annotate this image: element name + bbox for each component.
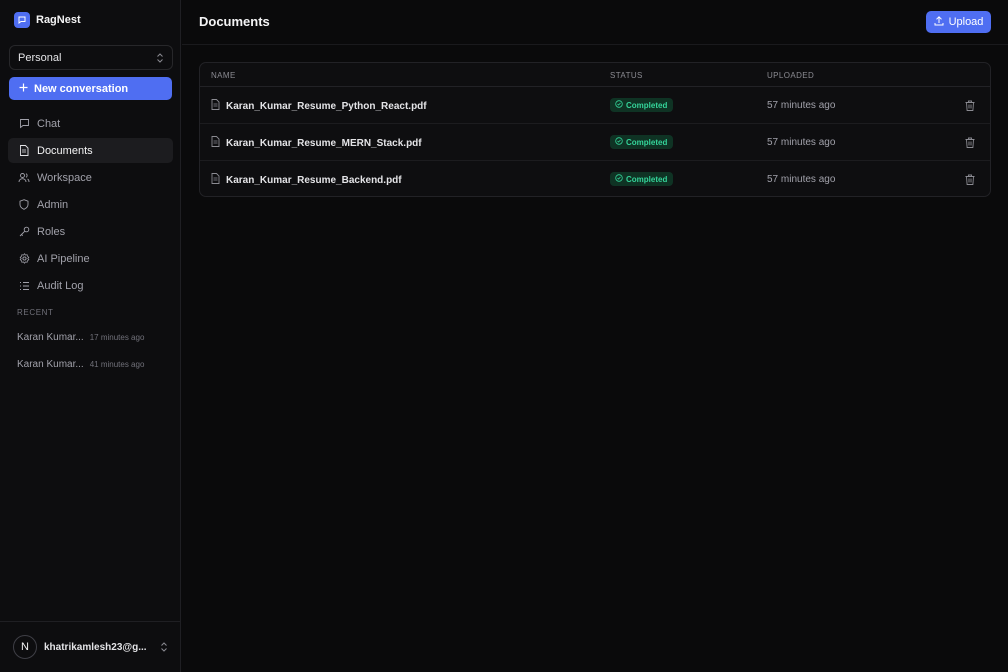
table-row[interactable]: Karan_Kumar_Resume_Python_React.pdf Comp…: [200, 87, 990, 124]
uploaded-time: 57 minutes ago: [767, 174, 836, 185]
status-text: Completed: [626, 174, 668, 184]
main-content: Documents Upload NAME STATUS UPLOADED Ka…: [182, 0, 1008, 672]
workspace-select[interactable]: Personal: [9, 45, 173, 70]
status-badge: Completed: [610, 135, 674, 149]
sidebar-item-label: Admin: [37, 198, 69, 211]
new-conversation-button[interactable]: New conversation: [9, 77, 172, 100]
sidebar-item-label: Documents: [37, 144, 93, 157]
user-menu[interactable]: N khatrikamlesh23@g...: [0, 621, 181, 672]
trash-icon[interactable]: [963, 98, 977, 112]
recent-conversation-title: Karan Kumar...: [17, 332, 84, 343]
recent-conversation-time: 41 minutes ago: [89, 360, 145, 369]
sidebar-item-label: Roles: [37, 225, 66, 238]
users-icon: [18, 172, 30, 184]
shield-icon: [18, 199, 30, 211]
chevron-updown-icon: [156, 52, 164, 63]
plus-icon: [19, 83, 28, 95]
check-circle-icon: [615, 174, 623, 184]
sidebar-item-admin[interactable]: Admin: [8, 192, 173, 217]
sidebar-item-roles[interactable]: Roles: [8, 219, 173, 244]
sidebar-item-workspace[interactable]: Workspace: [8, 165, 173, 190]
sidebar-item-label: Audit Log: [37, 279, 84, 292]
upload-button[interactable]: Upload: [926, 11, 991, 33]
documents-table: NAME STATUS UPLOADED Karan_Kumar_Resume_…: [199, 62, 991, 197]
file-icon: [211, 136, 220, 150]
recent-list: Karan Kumar... 17 minutes ago Karan Kuma…: [8, 325, 173, 379]
sidebar-item-chat[interactable]: Chat: [8, 111, 173, 136]
document-name-cell[interactable]: Karan_Kumar_Resume_Backend.pdf: [211, 173, 402, 187]
document-name: Karan_Kumar_Resume_Backend.pdf: [226, 174, 402, 186]
sidebar-item-documents[interactable]: Documents: [8, 138, 173, 163]
sidebar: RagNest Personal New conversation Chat D…: [0, 0, 181, 672]
column-header-uploaded[interactable]: UPLOADED: [767, 71, 814, 80]
workspace-select-value: Personal: [18, 51, 62, 64]
column-header-status[interactable]: STATUS: [610, 71, 643, 80]
page-header: Documents Upload: [182, 0, 1008, 45]
upload-icon: [934, 15, 944, 29]
upload-button-label: Upload: [948, 16, 984, 28]
chat-logo-icon: [14, 12, 30, 28]
page-title: Documents: [199, 14, 270, 29]
status-badge: Completed: [610, 172, 674, 186]
column-header-name[interactable]: NAME: [211, 71, 236, 80]
brand[interactable]: RagNest: [14, 11, 81, 29]
gear-icon: [18, 253, 30, 265]
recent-conversation[interactable]: Karan Kumar... 17 minutes ago: [8, 325, 173, 350]
sidebar-item-label: Workspace: [37, 171, 92, 184]
uploaded-time: 57 minutes ago: [767, 100, 836, 111]
status-badge: Completed: [610, 98, 674, 112]
file-icon: [211, 99, 220, 113]
status-text: Completed: [626, 100, 668, 110]
brand-name: RagNest: [36, 14, 81, 26]
sidebar-item-audit-log[interactable]: Audit Log: [8, 273, 173, 298]
table-row[interactable]: Karan_Kumar_Resume_MERN_Stack.pdf Comple…: [200, 124, 990, 161]
file-icon: [211, 173, 220, 187]
chevron-updown-icon: [160, 642, 168, 652]
trash-icon[interactable]: [963, 135, 977, 149]
document-name-cell[interactable]: Karan_Kumar_Resume_Python_React.pdf: [211, 99, 427, 113]
sidebar-item-label: Chat: [37, 117, 61, 130]
user-email: khatrikamlesh23@g...: [44, 641, 147, 653]
document-name-cell[interactable]: Karan_Kumar_Resume_MERN_Stack.pdf: [211, 136, 422, 150]
table-header: NAME STATUS UPLOADED: [200, 63, 990, 87]
new-conversation-label: New conversation: [34, 82, 129, 95]
trash-icon[interactable]: [963, 172, 977, 186]
document-name: Karan_Kumar_Resume_Python_React.pdf: [226, 100, 427, 112]
avatar: N: [13, 635, 37, 659]
recent-conversation-time: 17 minutes ago: [89, 333, 145, 342]
recent-conversation[interactable]: Karan Kumar... 41 minutes ago: [8, 352, 173, 377]
sidebar-item-ai-pipeline[interactable]: AI Pipeline: [8, 246, 173, 271]
table-row[interactable]: Karan_Kumar_Resume_Backend.pdf Completed…: [200, 161, 990, 196]
chat-bubble-icon: [18, 118, 30, 130]
document-name: Karan_Kumar_Resume_MERN_Stack.pdf: [226, 137, 422, 149]
uploaded-time: 57 minutes ago: [767, 137, 836, 148]
sidebar-nav: Chat Documents Workspace Admin Roles AI …: [8, 111, 173, 300]
status-text: Completed: [626, 137, 668, 147]
document-icon: [18, 145, 30, 157]
sidebar-item-label: AI Pipeline: [37, 252, 90, 265]
key-icon: [18, 226, 30, 238]
recent-section-title: RECENT: [17, 308, 54, 317]
recent-conversation-title: Karan Kumar...: [17, 359, 84, 370]
check-circle-icon: [615, 137, 623, 147]
check-circle-icon: [615, 100, 623, 110]
list-icon: [18, 280, 30, 292]
